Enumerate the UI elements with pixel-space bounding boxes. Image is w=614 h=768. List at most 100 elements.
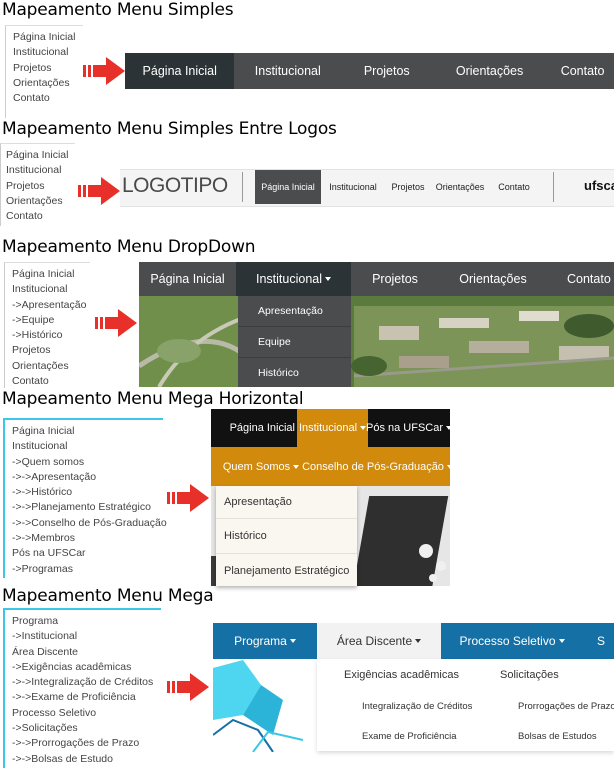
list-item: ->->Bolsas de Estudo (12, 752, 113, 765)
mega-col1-item[interactable]: Integralização de Créditos (362, 701, 472, 712)
list-item: Página Inicial (6, 149, 69, 161)
list-item: Projetos (13, 61, 52, 74)
list-item: ->Solicitações (12, 722, 78, 735)
mega-col1-item[interactable]: Exame de Proficiência (362, 731, 457, 742)
chevron-down-icon (415, 639, 422, 643)
nav-label: Programa (234, 634, 287, 648)
nav-item-programa[interactable]: Programa (213, 623, 317, 659)
nav-item-pagina-inicial[interactable]: Página Inicial (211, 409, 297, 447)
nav-item-projetos[interactable]: Projetos (341, 53, 432, 89)
nav-item-pos-ufscar[interactable]: Pós na UFSCar (365, 409, 453, 447)
list-item: Institucional (6, 164, 62, 177)
nav-label: Institucional (255, 272, 322, 286)
dropdown-item-planejamento[interactable]: Planejamento Estratégico (216, 554, 357, 587)
nav-label: Pós na UFSCar (365, 422, 444, 434)
arrow-right-icon (95, 309, 137, 337)
dropdown-item-historico[interactable]: Histórico (216, 519, 357, 554)
mega-h-dropdown: Apresentação Histórico Planejamento Estr… (216, 486, 357, 586)
mapping-list-simples: Página Inicial Institucional Projetos Or… (5, 25, 83, 118)
list-item: ->->Histórico (12, 486, 73, 499)
nav-item-institucional[interactable]: Institucional (321, 170, 385, 204)
campus-aerial-photo (139, 296, 614, 387)
mega-col2-item[interactable]: Bolsas de Estudos (518, 731, 597, 742)
list-item: Institucional (13, 46, 69, 59)
list-item: Contato (6, 210, 43, 223)
section-title-mega-horizontal: Mapeamento Menu Mega Horizontal (2, 389, 304, 409)
chevron-down-icon (289, 639, 296, 643)
mega-col2-heading[interactable]: Solicitações (500, 669, 559, 681)
list-item: Página Inicial (12, 268, 75, 280)
hexagon-graphic (213, 660, 304, 752)
nav-item-area-discente[interactable]: Área Discente (317, 623, 441, 659)
nav-item-contato[interactable]: Contato (547, 262, 614, 296)
mega-h-top-menu: Página Inicial Institucional Pós na UFSC… (211, 409, 453, 447)
list-item: Institucional (12, 440, 68, 453)
list-item: Contato (12, 375, 49, 388)
logos-menu: Página Inicial Institucional Projetos Or… (255, 170, 539, 204)
dropdown-submenu: Apresentação Equipe Histórico (238, 296, 351, 387)
arrow-right-icon (83, 57, 125, 85)
nav-item-contato[interactable]: Contato (489, 170, 539, 204)
nav-label: Quem Somos (222, 460, 291, 473)
submenu-item-historico[interactable]: Histórico (238, 358, 351, 388)
nav-item-pagina-inicial[interactable]: Página Inicial (139, 262, 236, 296)
section-title-simples: Mapeamento Menu Simples (2, 0, 234, 20)
list-item: Página Inicial (12, 425, 75, 437)
nav-item-projetos[interactable]: Projetos (351, 262, 439, 296)
list-item: ->->Apresentação (12, 470, 97, 483)
nav-item-pagina-inicial[interactable]: Página Inicial (125, 53, 235, 89)
subnav-item-quem-somos[interactable]: Quem Somos (211, 447, 305, 486)
submenu-item-apresentacao[interactable]: Apresentação (238, 296, 351, 327)
divider (553, 172, 554, 202)
nav-item-pagina-inicial[interactable]: Página Inicial (255, 170, 321, 204)
list-item: Programa (12, 615, 59, 627)
nav-label: Processo Seletivo (459, 634, 556, 648)
submenu-item-equipe[interactable]: Equipe (238, 327, 351, 358)
nav-item-more[interactable]: S (583, 623, 614, 659)
mapping-list-mega-horizontal: Página Inicial Institucional ->Quem somo… (3, 418, 167, 578)
list-item: ->Institucional (12, 630, 78, 643)
mega-col2-item[interactable]: Prorrogações de Prazo (518, 701, 614, 712)
nav-item-orientacoes[interactable]: Orientações (432, 53, 546, 89)
dropdown-item-apresentacao[interactable]: Apresentação (216, 486, 357, 519)
mega-col1-heading[interactable]: Exigências acadêmicas (344, 669, 459, 681)
nav-label: Conselho de Pós-Graduação (302, 460, 444, 473)
list-item: ->Histórico (12, 329, 63, 342)
nav-label: Institucional (298, 422, 358, 434)
list-item: Contato (13, 92, 50, 105)
list-item: Orientações (13, 76, 70, 89)
mapping-list-dropdown: Página Inicial Institucional ->Apresenta… (4, 262, 90, 388)
list-item: Pós na UFSCar (12, 547, 86, 560)
list-item: ->Apresentação (12, 298, 87, 311)
nav-item-institucional[interactable]: Institucional (234, 53, 341, 89)
dropdown-menu-bar: Página Inicial Institucional Projetos Or… (139, 262, 614, 296)
logo-right[interactable]: ufscar (584, 178, 614, 193)
list-item: ->Equipe (12, 313, 55, 326)
mapping-list-logos: Página Inicial Institucional Projetos Or… (0, 143, 75, 226)
mega-menu-bar: Programa Área Discente Processo Seletivo… (213, 623, 614, 659)
nav-item-processo-seletivo[interactable]: Processo Seletivo (441, 623, 583, 659)
mapping-list-mega: Programa ->Institucional Área Discente -… (3, 608, 161, 768)
list-item: ->Exigências acadêmicas (12, 660, 132, 673)
nav-item-contato[interactable]: Contato (547, 53, 614, 89)
chevron-down-icon (325, 277, 331, 281)
nav-item-orientacoes[interactable]: Orientações (431, 170, 489, 204)
subnav-item-conselho[interactable]: Conselho de Pós-Graduação (302, 447, 453, 486)
list-item: Projetos (12, 344, 51, 357)
nav-item-orientacoes[interactable]: Orientações (439, 262, 547, 296)
list-item: ->->Membros (12, 532, 76, 545)
nav-item-projetos[interactable]: Projetos (385, 170, 431, 204)
arrow-right-icon (167, 673, 209, 701)
divider (242, 172, 243, 202)
nav-item-institucional[interactable]: Institucional (236, 262, 351, 296)
chevron-down-icon (293, 464, 300, 469)
list-item: Área Discente (12, 645, 78, 658)
list-item: Institucional (12, 283, 68, 296)
chevron-down-icon (446, 464, 453, 469)
list-item: ->->Conselho de Pós-Graduação (12, 516, 167, 529)
logo-left[interactable]: LOGOTIPO (122, 174, 228, 198)
list-item: ->->Planejamento Estratégico (12, 501, 151, 514)
nav-item-institucional[interactable]: Institucional (297, 409, 368, 447)
list-item: Processo Seletivo (12, 706, 97, 719)
list-item: ->->Exame de Proficiência (12, 691, 136, 704)
